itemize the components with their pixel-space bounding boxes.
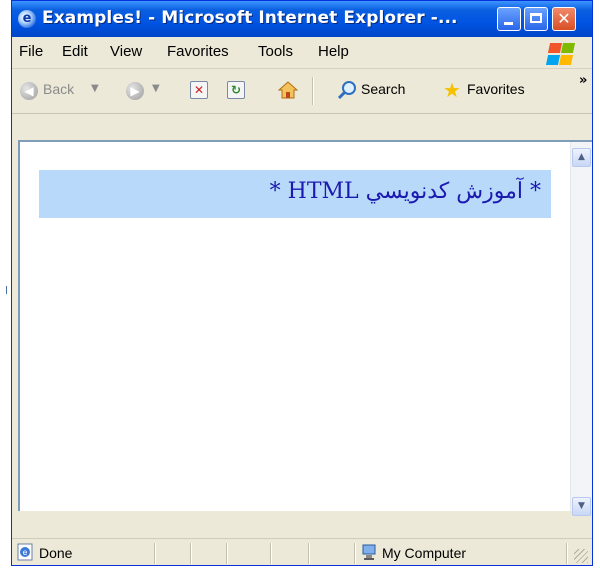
- status-separator: [566, 543, 568, 564]
- back-button[interactable]: Back: [43, 81, 74, 97]
- toolbar-separator: [312, 77, 314, 105]
- title-bar[interactable]: e Examples! - Microsoft Internet Explore…: [12, 1, 592, 38]
- status-separator: [154, 543, 156, 564]
- minimize-button[interactable]: [497, 7, 521, 31]
- my-computer-icon: [362, 544, 376, 560]
- menu-tools[interactable]: Tools: [258, 43, 293, 60]
- home-icon[interactable]: [278, 80, 298, 100]
- stop-icon[interactable]: ✕: [190, 81, 208, 99]
- menu-favorites[interactable]: Favorites: [167, 43, 229, 60]
- menu-file[interactable]: File: [19, 43, 43, 60]
- maximize-button[interactable]: [524, 7, 548, 31]
- page-edge-mark: [6, 286, 7, 294]
- menu-view[interactable]: View: [110, 43, 142, 60]
- favorites-star-icon[interactable]: ★: [443, 78, 461, 102]
- page-content: * آموزش كدنويسي HTML *: [20, 142, 570, 511]
- scroll-down-icon[interactable]: ▼: [572, 497, 591, 516]
- back-icon: ◀: [20, 82, 38, 100]
- ie-icon: e: [18, 10, 36, 28]
- resize-grip[interactable]: [574, 549, 588, 563]
- status-separator: [354, 543, 356, 564]
- menu-bar: File Edit View Favorites Tools Help: [12, 37, 592, 69]
- svg-text:e: e: [23, 548, 28, 557]
- window-title: Examples! - Microsoft Internet Explorer …: [42, 8, 458, 28]
- refresh-icon[interactable]: ↻: [227, 81, 245, 99]
- close-icon: ✕: [557, 9, 571, 28]
- search-button[interactable]: Search: [361, 81, 405, 97]
- status-separator: [226, 543, 228, 564]
- status-text: Done: [39, 545, 73, 561]
- windows-logo-icon: [545, 43, 576, 65]
- menu-edit[interactable]: Edit: [62, 43, 88, 60]
- forward-dropdown-icon[interactable]: ▼: [152, 83, 160, 94]
- security-zone-label: My Computer: [382, 545, 467, 561]
- banner-heading: * آموزش كدنويسي HTML *: [269, 179, 541, 204]
- back-dropdown-icon[interactable]: ▼: [91, 83, 99, 94]
- maximize-icon: [530, 13, 542, 23]
- toolbar: ◀ Back ▼ ▶ ▼ ✕ ↻ Search ★ Favorites »: [12, 69, 592, 114]
- scroll-up-icon[interactable]: ▲: [572, 148, 591, 167]
- forward-icon[interactable]: ▶: [126, 82, 144, 100]
- favorites-button[interactable]: Favorites: [467, 81, 525, 97]
- vertical-scrollbar[interactable]: ▲ ▼: [570, 142, 592, 516]
- status-separator: [308, 543, 310, 564]
- status-separator: [190, 543, 192, 564]
- close-button[interactable]: ✕: [552, 7, 576, 31]
- ie-page-icon: e: [17, 543, 33, 561]
- toolbar-overflow-chevron[interactable]: »: [579, 73, 587, 88]
- browser-window: e Examples! - Microsoft Internet Explore…: [11, 0, 593, 566]
- page-banner: * آموزش كدنويسي HTML *: [39, 170, 551, 218]
- minimize-icon: [504, 22, 513, 25]
- status-separator: [270, 543, 272, 564]
- menu-help[interactable]: Help: [318, 43, 349, 60]
- search-icon[interactable]: [337, 80, 357, 100]
- status-bar: e Done My Computer: [12, 538, 592, 565]
